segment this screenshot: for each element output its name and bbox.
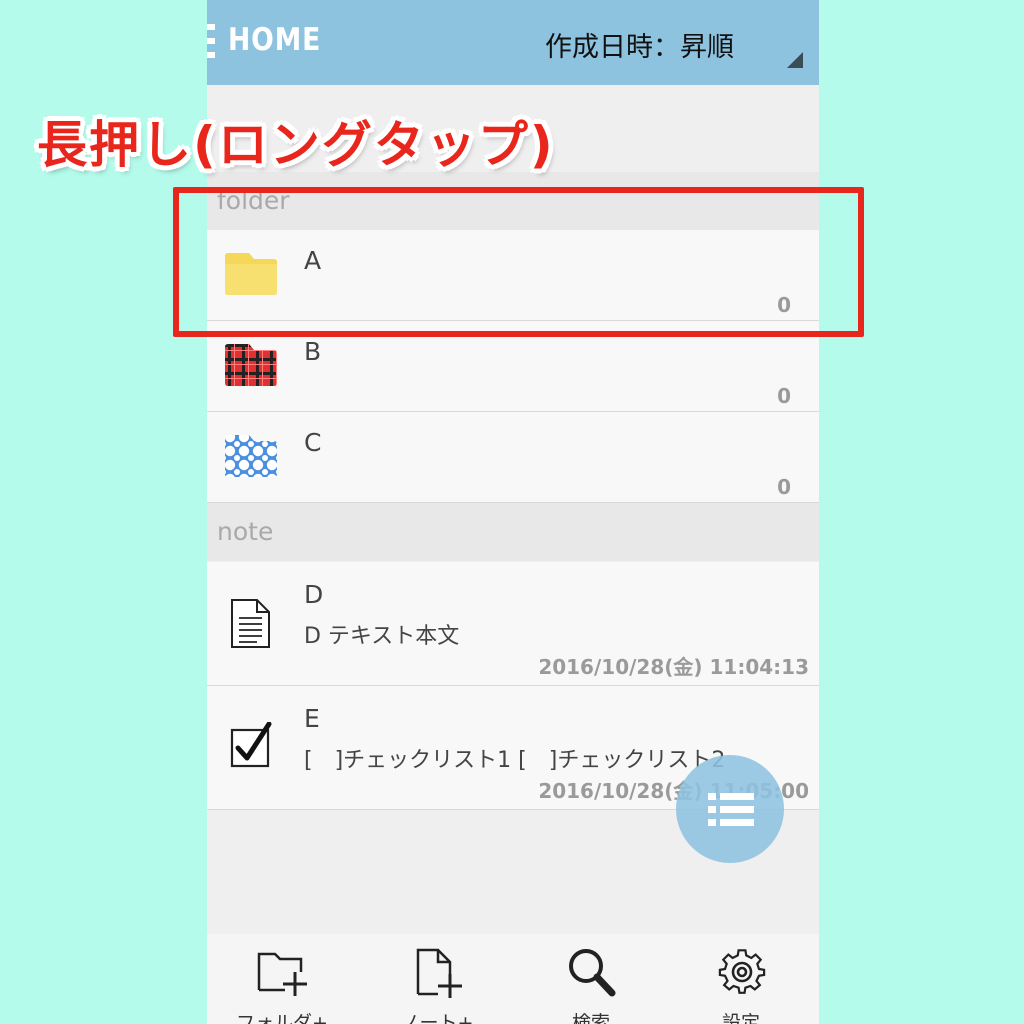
page-title: HOME <box>228 22 322 58</box>
checklist-icon <box>230 722 272 768</box>
folder-blue-polkadot-icon <box>225 435 277 477</box>
long-press-annotation-label: 長押し(ロングタップ) <box>37 116 555 174</box>
search-icon <box>569 949 616 997</box>
nav-label: 設定 <box>721 1012 760 1024</box>
note-title: D <box>304 580 324 609</box>
note-row-d[interactable]: D D テキスト本文 2016/10/28(金) 11:04:13 <box>207 562 819 686</box>
nav-label: 検索 <box>571 1012 610 1024</box>
menu-icon[interactable] <box>207 24 215 58</box>
folder-name: C <box>304 428 322 457</box>
note-add-icon <box>416 948 462 998</box>
folder-add-icon <box>257 952 307 996</box>
folder-item-count: 0 <box>777 384 791 408</box>
text-document-icon <box>231 599 270 648</box>
highlight-box <box>173 187 864 337</box>
section-label: note <box>217 517 274 546</box>
sort-order-select[interactable]: 作成日時：昇順 <box>539 16 811 72</box>
nav-search[interactable]: 検索 <box>536 934 646 1024</box>
gear-icon <box>718 949 766 994</box>
nav-settings[interactable]: 設定 <box>686 934 796 1024</box>
note-preview: D テキスト本文 <box>304 624 460 649</box>
dropdown-corner-icon <box>787 52 803 68</box>
app-bar: HOME 作成日時：昇順 <box>207 0 819 85</box>
list-icon <box>708 793 754 826</box>
nav-add-folder[interactable]: フォルダ+ <box>227 934 337 1024</box>
nav-add-note[interactable]: ノート+ <box>382 934 492 1024</box>
note-date: 2016/10/28(金) 11:04:13 <box>538 655 809 679</box>
nav-label: ノート+ <box>400 1012 474 1024</box>
nav-label: フォルダ+ <box>236 1012 328 1024</box>
list-menu-fab[interactable] <box>676 755 784 863</box>
folder-red-plaid-icon <box>225 344 277 386</box>
folder-item-count: 0 <box>777 475 791 499</box>
bottom-nav: フォルダ+ ノート+ 検索 設定 <box>207 934 819 1024</box>
note-preview: [ ]チェックリスト1 [ ]チェックリスト2 <box>304 748 726 773</box>
note-title: E <box>304 704 320 733</box>
section-header-note: note <box>207 503 819 561</box>
sort-order-label: 作成日時：昇順 <box>545 32 734 63</box>
folder-row-c[interactable]: C 0 <box>207 412 819 503</box>
folder-name: B <box>304 337 322 366</box>
